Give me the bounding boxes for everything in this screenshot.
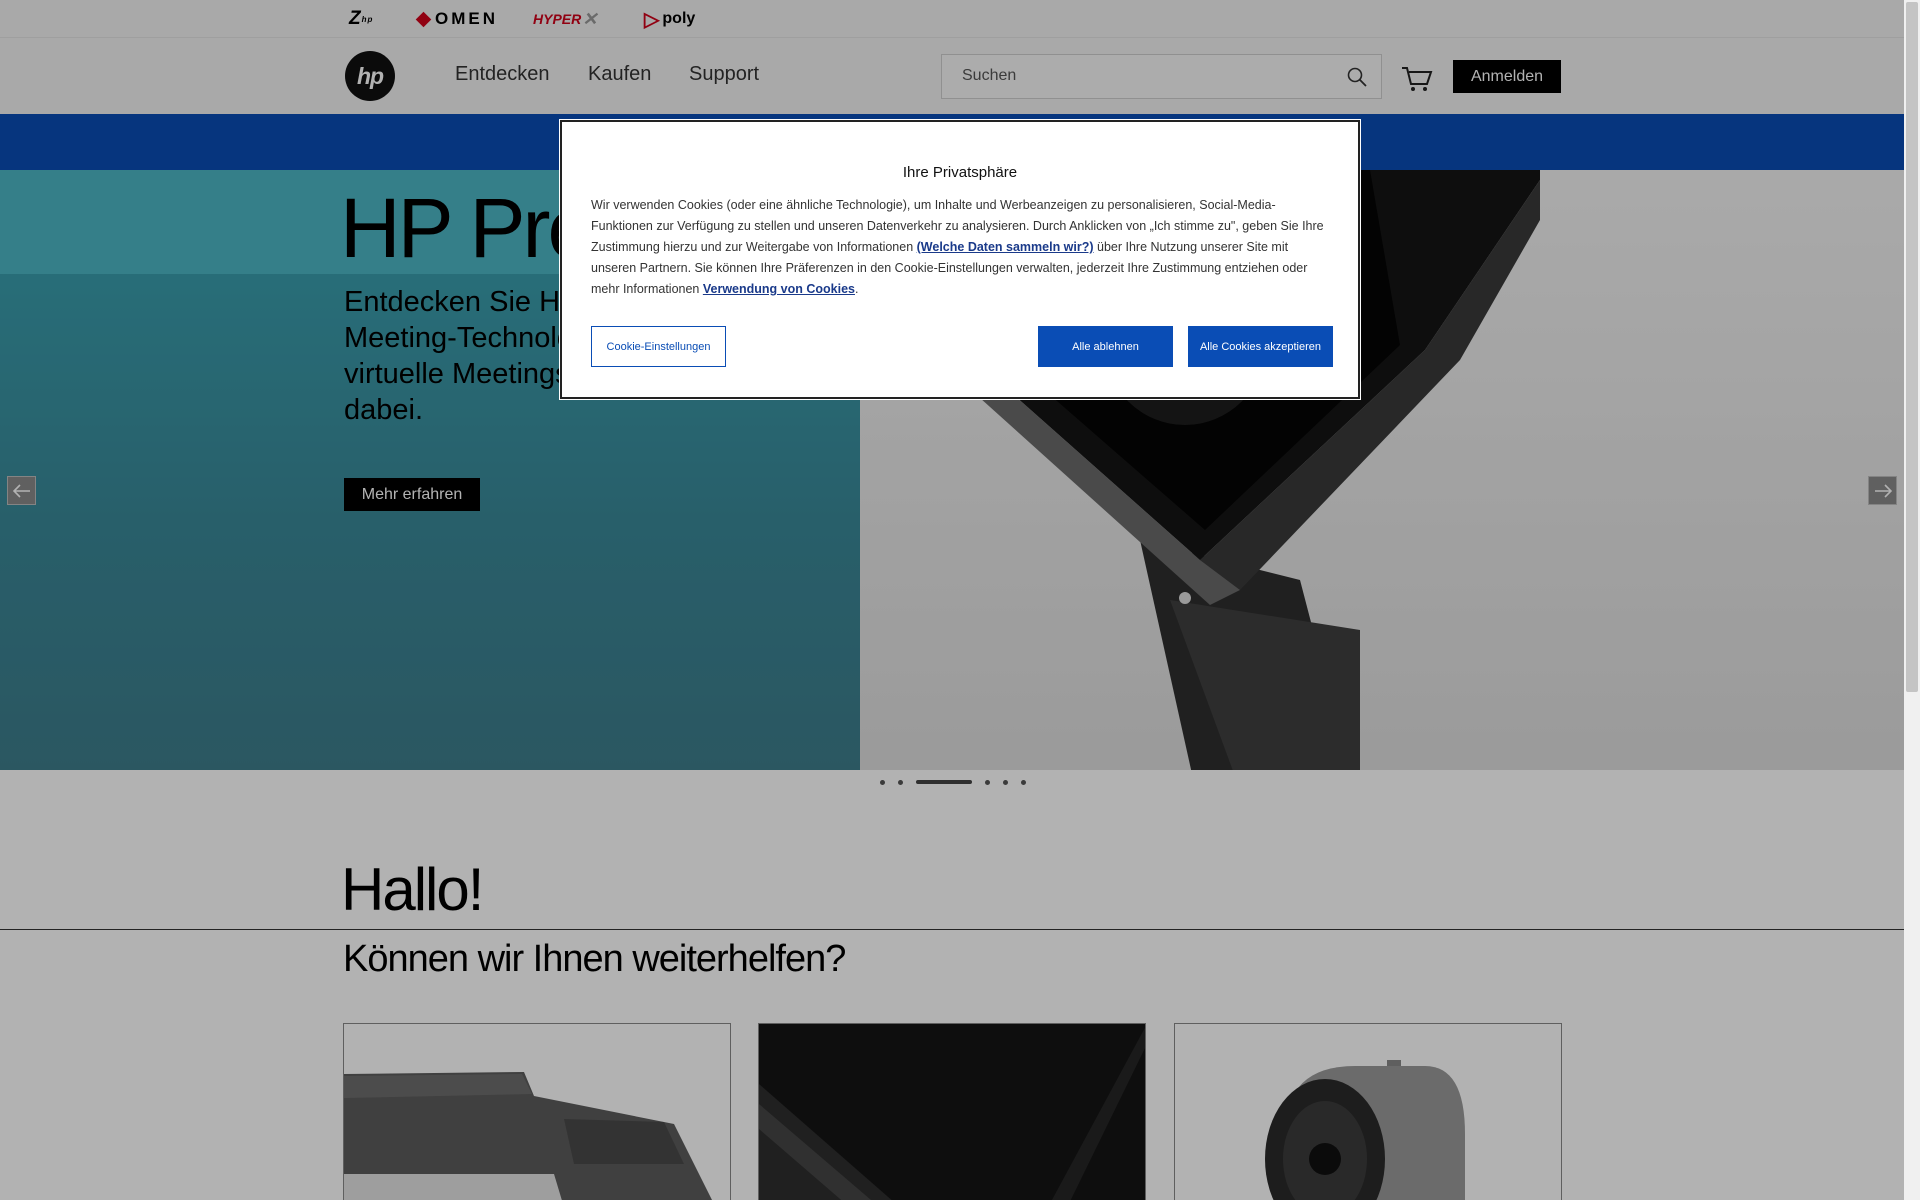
- reject-all-button[interactable]: Alle ablehnen: [1038, 326, 1173, 367]
- cookie-consent-dialog: Ihre Privatsphäre Wir verwenden Cookies …: [559, 119, 1361, 400]
- cookie-dialog-title: Ihre Privatsphäre: [902, 164, 1018, 181]
- what-data-link[interactable]: (Welche Daten sammeln wir?): [917, 240, 1094, 254]
- cookie-dialog-text: Wir verwenden Cookies (oder eine ähnlich…: [591, 195, 1335, 300]
- scrollbar-thumb[interactable]: [1906, 2, 1918, 692]
- accept-all-button[interactable]: Alle Cookies akzeptieren: [1188, 326, 1333, 367]
- cookie-text-part-3: .: [854, 282, 859, 296]
- cookie-usage-link[interactable]: Verwendung von Cookies: [703, 282, 855, 296]
- cookie-settings-button[interactable]: Cookie-Einstellungen: [591, 326, 726, 367]
